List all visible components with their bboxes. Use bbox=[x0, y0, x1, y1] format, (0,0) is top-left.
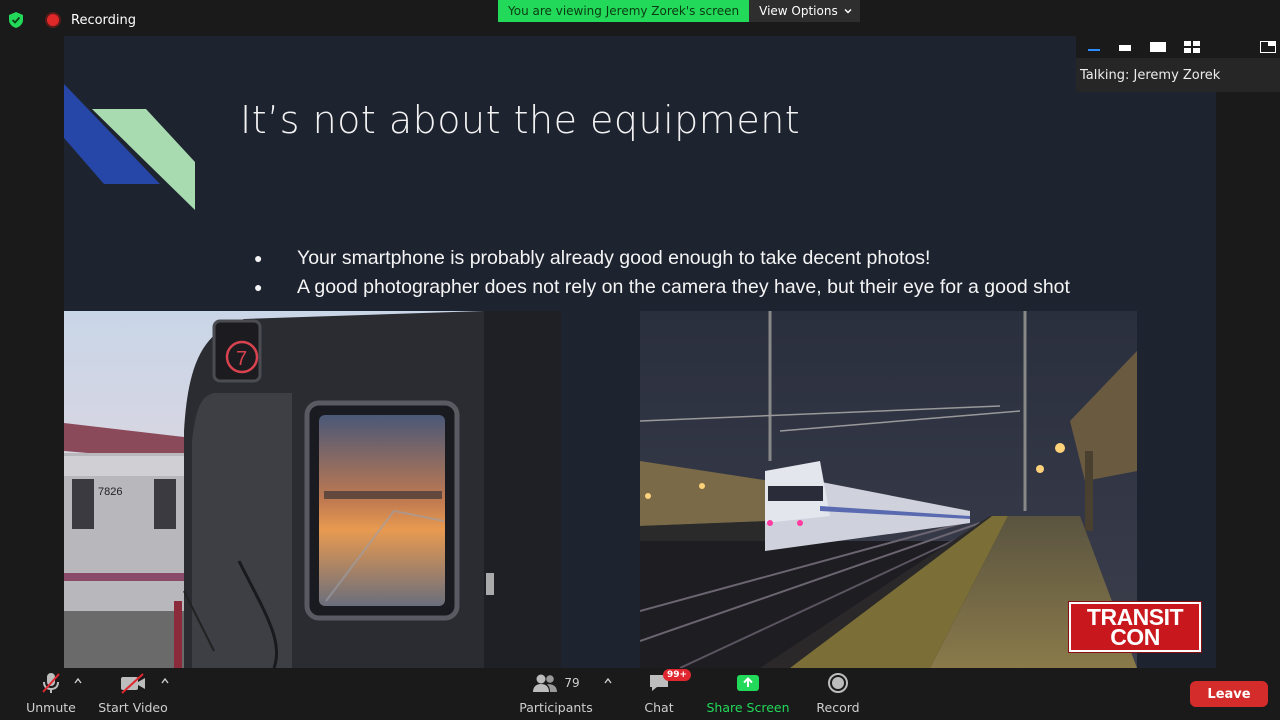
recording-label: Recording bbox=[71, 13, 137, 28]
gallery-view-icon[interactable] bbox=[1184, 41, 1200, 53]
svg-text:7: 7 bbox=[236, 348, 247, 370]
layout-switcher bbox=[1076, 36, 1280, 58]
speaker-view-icon[interactable] bbox=[1150, 41, 1166, 53]
record-icon bbox=[828, 673, 848, 693]
popout-icon[interactable] bbox=[1260, 41, 1276, 53]
participants-button[interactable]: 79 Participants bbox=[518, 668, 594, 720]
subway-train-photo: 7826 7 bbox=[64, 311, 561, 668]
participants-icon bbox=[533, 674, 558, 692]
view-options-label: View Options bbox=[759, 4, 838, 18]
speaker-view-small-icon[interactable] bbox=[1119, 41, 1131, 53]
participants-label: Participants bbox=[519, 700, 593, 715]
chevron-down-icon bbox=[844, 8, 852, 14]
slide-bullet: Your smartphone is probably already good… bbox=[254, 244, 1070, 273]
video-camera-off-icon bbox=[121, 673, 145, 694]
unmute-button[interactable]: Unmute bbox=[24, 668, 78, 720]
chat-label: Chat bbox=[644, 700, 674, 715]
slide-bullet: A good photographer does not rely on the… bbox=[254, 273, 1070, 302]
top-bar: Recording You are viewing Jeremy Zorek's… bbox=[0, 0, 1280, 36]
chat-unread-badge: 99+ bbox=[663, 669, 692, 681]
start-video-label: Start Video bbox=[98, 700, 168, 715]
record-button[interactable]: Record bbox=[814, 668, 862, 720]
view-options-button[interactable]: View Options bbox=[749, 0, 860, 22]
unmute-label: Unmute bbox=[26, 700, 76, 715]
share-screen-icon bbox=[737, 675, 759, 691]
night-train-station-photo bbox=[640, 311, 1137, 668]
talking-indicator: Talking: Jeremy Zorek bbox=[1080, 68, 1221, 83]
share-screen-label: Share Screen bbox=[706, 700, 790, 715]
start-video-button[interactable]: Start Video bbox=[98, 668, 168, 720]
zoom-meeting-window: Recording You are viewing Jeremy Zorek's… bbox=[0, 0, 1280, 720]
meeting-toolbar: Unmute Start Video 79 Participants 99+ C… bbox=[0, 668, 1280, 720]
minimize-layout-icon[interactable] bbox=[1088, 41, 1100, 53]
participants-count: 79 bbox=[564, 676, 580, 690]
leave-button[interactable]: Leave bbox=[1190, 681, 1268, 707]
chat-button[interactable]: 99+ Chat bbox=[642, 668, 692, 720]
audio-options-caret-icon[interactable] bbox=[74, 678, 82, 684]
participants-options-caret-icon[interactable] bbox=[604, 678, 612, 684]
share-screen-button[interactable]: Share Screen bbox=[706, 668, 790, 720]
slide-decoration-shape bbox=[64, 84, 195, 210]
slide-title: It’s not about the equipment bbox=[240, 98, 801, 142]
microphone-muted-icon bbox=[42, 673, 60, 693]
recording-dot-icon bbox=[47, 14, 59, 26]
logo-line-2: CON bbox=[1110, 624, 1160, 650]
shield-icon[interactable] bbox=[9, 12, 23, 28]
viewing-banner: You are viewing Jeremy Zorek's screen Vi… bbox=[498, 0, 860, 22]
train-number-text: 7826 bbox=[98, 486, 122, 498]
video-options-caret-icon[interactable] bbox=[161, 678, 169, 684]
viewing-banner-text: You are viewing Jeremy Zorek's screen bbox=[498, 0, 750, 22]
slide-bullet-list: Your smartphone is probably already good… bbox=[254, 244, 1070, 302]
transitcon-logo: TRANSIT CON bbox=[1068, 601, 1202, 653]
record-label: Record bbox=[816, 700, 860, 715]
shared-screen-slide: It’s not about the equipment Your smartp… bbox=[64, 36, 1216, 668]
